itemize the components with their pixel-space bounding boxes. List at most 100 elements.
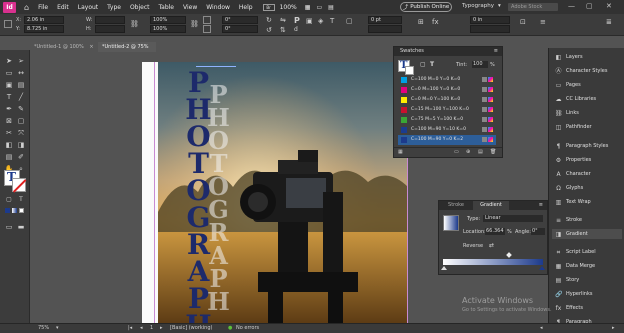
swatch-row[interactable]: C=100 M=90 Y=10 K=0	[398, 125, 496, 135]
tab-untitled-1[interactable]: *Untitled-1 @ 100% ×	[30, 42, 94, 52]
zoom-chevron-icon[interactable]: ▾	[56, 325, 59, 331]
rectangle-frame-tool-icon[interactable]: ⊠	[4, 116, 14, 126]
dock-item-text-wrap[interactable]: ▥ Text Wrap	[555, 197, 591, 207]
rotate-cw-icon[interactable]: ↻	[266, 16, 272, 24]
shear-field[interactable]: 0°	[222, 25, 258, 33]
swatch-row[interactable]: C=0 M=0 Y=100 K=0	[398, 95, 496, 105]
zoom-status[interactable]: 75%	[38, 325, 49, 331]
menu-table[interactable]: Table	[158, 4, 174, 11]
fill-t-icon[interactable]: T	[330, 17, 334, 25]
eyedropper-tool-icon[interactable]: ✐	[16, 152, 26, 162]
flip-vertical-icon[interactable]: ⇅	[280, 26, 286, 34]
edit-swatch-icon[interactable]: ▤	[478, 149, 483, 155]
delete-swatch-icon[interactable]: 🗑	[490, 149, 496, 155]
bridge-icon[interactable]: Br	[262, 3, 275, 11]
menu-object[interactable]: Object	[130, 4, 150, 11]
zoom-dropdown[interactable]: 100%	[280, 4, 297, 11]
scale-y-field[interactable]: 100%	[150, 25, 186, 33]
rotate-ccw-icon[interactable]: ↺	[266, 26, 272, 34]
show-all-icon[interactable]: ▦	[398, 149, 403, 155]
type-tool-icon[interactable]: T	[4, 92, 14, 102]
menu-layout[interactable]: Layout	[78, 4, 98, 11]
stock-search-input[interactable]: Adobe Stock	[508, 3, 558, 11]
dock-item-character[interactable]: A Character	[555, 169, 590, 179]
shear-icon[interactable]	[203, 25, 211, 33]
next-page-icon[interactable]: ▸	[160, 325, 163, 331]
workspace-chevron-icon[interactable]: ▾	[498, 3, 501, 9]
apply-none-icon[interactable]	[19, 208, 24, 213]
menu-edit[interactable]: Edit	[57, 4, 69, 11]
constrain-proportions-icon[interactable]: ⛓	[130, 20, 139, 28]
select-container-icon[interactable]: ▣	[306, 17, 313, 25]
workspace-switcher[interactable]: Typography	[462, 3, 494, 9]
location-field[interactable]: 66.364	[485, 228, 505, 235]
view-options-icon[interactable]: ▦	[305, 4, 311, 11]
angle-field[interactable]: 0°	[531, 228, 545, 235]
screen-mode-icon[interactable]: ▭	[316, 4, 322, 11]
content-collector-icon[interactable]: ▣	[4, 80, 14, 90]
dock-item-properties[interactable]: ⚙ Properties	[555, 155, 591, 165]
gradient-midpoint[interactable]	[506, 252, 512, 258]
dock-item-script-label[interactable]: ⌗ Script Label	[555, 247, 596, 257]
h-field[interactable]	[95, 25, 125, 33]
dock-item-pathfinder[interactable]: ◫ Pathfinder	[555, 122, 592, 132]
tab-gradient[interactable]: Gradient	[473, 201, 509, 210]
stroke-swatch-icon[interactable]: ▢	[346, 17, 353, 25]
formatting-text-icon[interactable]: T	[16, 194, 26, 204]
apply-color-icon[interactable]	[5, 208, 10, 213]
menu-help[interactable]: Help	[239, 4, 253, 11]
scissors-tool-icon[interactable]: ✂	[4, 128, 14, 138]
line-tool-icon[interactable]: ╱	[16, 92, 26, 102]
dock-item-paragraph-styles[interactable]: ¶ Paragraph Styles	[555, 141, 609, 151]
stroke-swatch-icon[interactable]	[12, 178, 27, 193]
formatting-container-icon[interactable]: ▢	[4, 194, 14, 204]
dock-item-effects[interactable]: fx Effects	[555, 303, 583, 313]
style-status[interactable]: [Basic] (working)	[170, 325, 212, 331]
w-field[interactable]	[95, 16, 125, 24]
dock-item-layers[interactable]: ◧ Layers	[555, 52, 583, 62]
dock-item-stroke[interactable]: ≡ Stroke	[555, 215, 582, 225]
direct-selection-tool-icon[interactable]: ➢	[16, 56, 26, 66]
minimize-icon[interactable]: —	[568, 2, 575, 10]
new-swatch-icon[interactable]: ⊕	[466, 149, 470, 155]
direction-d-icon[interactable]: d	[294, 26, 298, 33]
panel-menu-icon[interactable]: ≣	[606, 18, 612, 26]
panel-menu-icon[interactable]: ≡	[539, 201, 543, 210]
stroke-type-field[interactable]	[368, 25, 402, 33]
dock-item-data-merge[interactable]: ▦ Data Merge	[555, 261, 595, 271]
maximize-icon[interactable]: ▢	[586, 2, 593, 10]
menu-type[interactable]: Type	[107, 4, 121, 11]
scale-lock-icon[interactable]: ⛓	[190, 20, 199, 28]
rectangle-tool-icon[interactable]: ▢	[16, 116, 26, 126]
document-page[interactable]: PHOTOGRAPH PHOTOGRAPH	[142, 62, 408, 324]
tab-untitled-2[interactable]: *Untitled-2 @ 75% ×	[98, 42, 156, 60]
tint-field[interactable]: 100	[472, 61, 488, 68]
first-page-icon[interactable]: |◂	[128, 325, 132, 331]
selection-tool-icon[interactable]: ➤	[4, 56, 14, 66]
swatch-row[interactable]: C=75 M=5 Y=100 K=0	[398, 115, 496, 125]
dock-item-links[interactable]: ⛓ Links	[555, 108, 579, 118]
reference-point-icon[interactable]	[4, 20, 12, 28]
dock-item-cc-libraries[interactable]: ☁ CC Libraries	[555, 94, 597, 104]
wrap-icon[interactable]: ≡	[540, 18, 546, 26]
arrange-icon[interactable]: ▤	[328, 4, 334, 11]
pen-tool-icon[interactable]: ✒	[4, 104, 14, 114]
gradient-type-select[interactable]: Linear	[483, 215, 543, 222]
page-tool-icon[interactable]: ▭	[4, 68, 14, 78]
select-content-icon[interactable]: ◈	[318, 17, 323, 25]
normal-mode-icon[interactable]: ▭	[4, 222, 14, 232]
stroke-weight-field[interactable]: 0 pt	[368, 16, 402, 24]
swatch-row[interactable]: C=0 M=100 Y=0 K=0	[398, 85, 496, 95]
swatches-panel-header[interactable]: Swatches ≡	[394, 47, 502, 56]
content-placer-icon[interactable]: ▤	[16, 80, 26, 90]
note-tool-icon[interactable]: ▤	[4, 152, 14, 162]
apply-gradient-icon[interactable]	[12, 208, 17, 213]
scroll-left-icon[interactable]: ◂	[540, 325, 543, 331]
flip-horizontal-icon[interactable]: ⇋	[280, 16, 286, 24]
publish-online-button[interactable]: ⤴ Publish Online	[400, 2, 452, 12]
preview-mode-icon[interactable]: ▬	[16, 222, 26, 232]
gradient-ramp[interactable]	[443, 259, 543, 265]
dock-item-hyperlinks[interactable]: 🔗 Hyperlinks	[555, 289, 592, 299]
auto-fit-icon[interactable]: ⊡	[520, 18, 526, 26]
text-mode-icon[interactable]: T	[430, 61, 434, 68]
